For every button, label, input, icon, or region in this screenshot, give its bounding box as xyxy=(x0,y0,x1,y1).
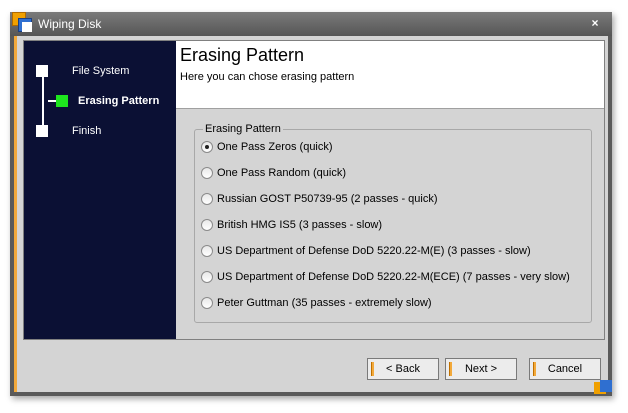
cancel-button[interactable]: Cancel xyxy=(529,358,601,380)
option-label: US Department of Defense DoD 5220.22-M(E… xyxy=(217,245,531,257)
steps-sidebar: File System Erasing Pattern Finish xyxy=(24,41,176,339)
app-logo-icon xyxy=(10,12,36,38)
button-accent xyxy=(449,362,452,376)
radio-button[interactable] xyxy=(201,193,213,205)
wizard-window: Wiping Disk × File System Erasing Patter… xyxy=(10,12,612,396)
option-label: US Department of Defense DoD 5220.22-M(E… xyxy=(217,271,570,283)
option-label: One Pass Zeros (quick) xyxy=(217,141,333,153)
option-dod-7-pass[interactable]: US Department of Defense DoD 5220.22-M(E… xyxy=(201,270,586,286)
option-russian-gost[interactable]: Russian GOST P50739-95 (2 passes - quick… xyxy=(201,192,586,208)
option-peter-guttman[interactable]: Peter Guttman (35 passes - extremely slo… xyxy=(201,296,586,312)
title-bar[interactable]: Wiping Disk × xyxy=(10,12,612,36)
next-button[interactable]: Next > xyxy=(445,358,517,380)
option-one-pass-random[interactable]: One Pass Random (quick) xyxy=(201,166,586,182)
option-label: Russian GOST P50739-95 (2 passes - quick… xyxy=(217,193,438,205)
option-british-hmg[interactable]: British HMG IS5 (3 passes - slow) xyxy=(201,218,586,234)
group-legend: Erasing Pattern xyxy=(203,123,283,135)
option-one-pass-zeros[interactable]: One Pass Zeros (quick) xyxy=(201,140,586,156)
step-active-box-icon xyxy=(56,95,68,107)
corner-logo-icon xyxy=(594,380,614,398)
step-box-icon xyxy=(36,65,48,77)
page-header: Erasing Pattern Here you can chose erasi… xyxy=(176,41,604,109)
step-file-system: File System xyxy=(36,61,176,81)
wizard-body: File System Erasing Pattern Finish Erasi… xyxy=(23,40,605,340)
radio-button[interactable] xyxy=(201,271,213,283)
radio-button[interactable] xyxy=(201,245,213,257)
client-area: File System Erasing Pattern Finish Erasi… xyxy=(14,36,608,392)
erasing-pattern-group: Erasing Pattern One Pass Zeros (quick) O… xyxy=(194,123,592,323)
step-erasing-pattern: Erasing Pattern xyxy=(36,91,176,111)
option-label: British HMG IS5 (3 passes - slow) xyxy=(217,219,383,231)
step-box-icon xyxy=(36,125,48,137)
option-label: One Pass Random (quick) xyxy=(217,167,346,179)
close-icon[interactable]: × xyxy=(588,16,602,30)
back-button-label: < Back xyxy=(386,363,420,375)
step-label: File System xyxy=(72,65,130,77)
back-button[interactable]: < Back xyxy=(367,358,439,380)
cancel-button-label: Cancel xyxy=(547,363,583,375)
next-button-label: Next > xyxy=(464,363,498,375)
page-subtitle: Here you can chose erasing pattern xyxy=(180,71,355,83)
option-dod-3-pass[interactable]: US Department of Defense DoD 5220.22-M(E… xyxy=(201,244,586,260)
radio-button[interactable] xyxy=(201,297,213,309)
button-accent xyxy=(533,362,536,376)
option-label: Peter Guttman (35 passes - extremely slo… xyxy=(217,297,432,309)
step-label: Finish xyxy=(72,125,102,137)
step-finish: Finish xyxy=(36,121,176,141)
radio-button[interactable] xyxy=(201,167,213,179)
radio-button[interactable] xyxy=(201,219,213,231)
step-label-active: Erasing Pattern xyxy=(78,95,160,107)
button-accent xyxy=(371,362,374,376)
window-title: Wiping Disk xyxy=(38,17,102,31)
radio-button[interactable] xyxy=(201,141,213,153)
page-title: Erasing Pattern xyxy=(180,45,305,65)
